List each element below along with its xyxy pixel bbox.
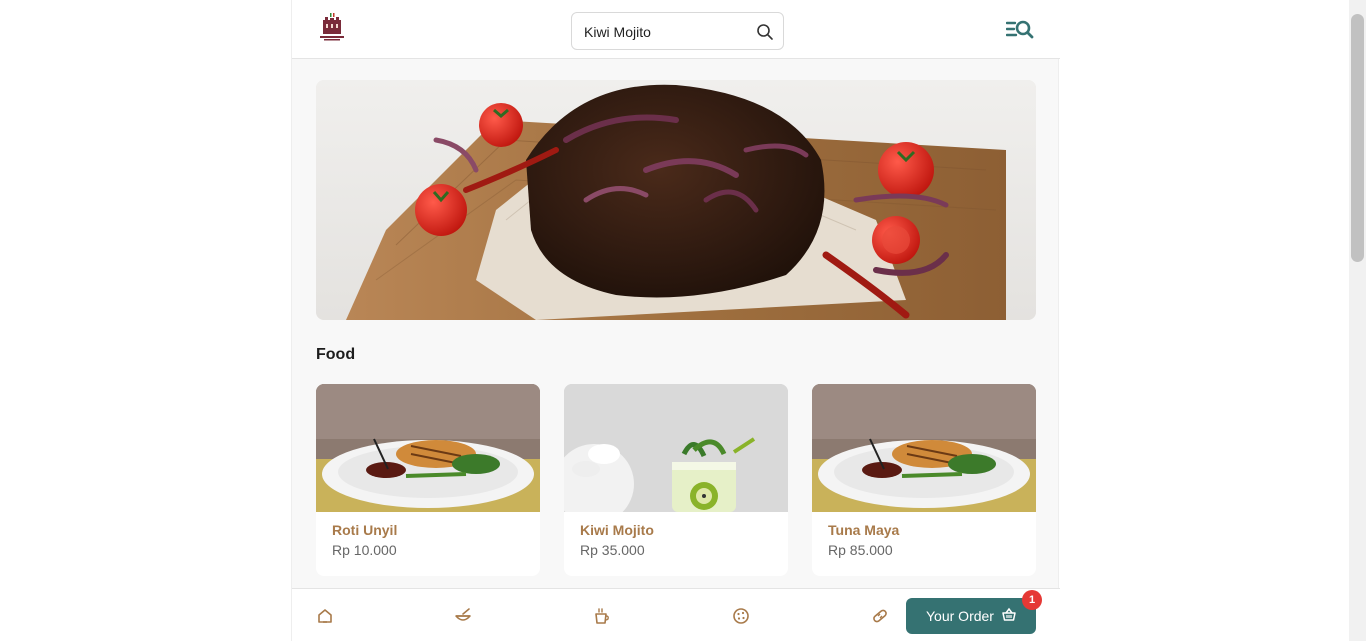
header (292, 0, 1060, 59)
product-image (812, 384, 1036, 512)
food-bowl-icon[interactable] (454, 607, 472, 625)
product-price: Rp 85.000 (828, 542, 893, 558)
scrollbar-thumb[interactable] (1351, 14, 1364, 262)
coffee-cup-icon[interactable] (593, 607, 611, 625)
search-input[interactable] (584, 21, 744, 43)
search-icon[interactable] (756, 23, 774, 41)
your-order-label: Your Order (926, 608, 994, 624)
your-order-button[interactable]: Your Order 1 (906, 590, 1042, 634)
search-box (571, 12, 784, 50)
menu-search-icon[interactable] (1005, 19, 1034, 41)
bottom-nav: Your Order 1 (292, 588, 1060, 641)
bread-icon[interactable] (871, 607, 889, 625)
section-title: Food (316, 346, 356, 363)
product-card-kiwi-mojito[interactable]: Kiwi Mojito Rp 35.000 (564, 384, 788, 576)
product-image (316, 384, 540, 512)
product-card-tuna-maya[interactable]: Tuna Maya Rp 85.000 (812, 384, 1036, 576)
order-count-badge: 1 (1022, 590, 1042, 610)
product-price: Rp 10.000 (332, 542, 397, 558)
product-name: Kiwi Mojito (580, 522, 654, 538)
product-name: Roti Unyil (332, 522, 398, 538)
basket-icon (1001, 607, 1017, 623)
app-container: Food Roti Unyil Rp 10.000 (291, 0, 1060, 641)
product-card-roti-unyil[interactable]: Roti Unyil Rp 10.000 (316, 384, 540, 576)
page-scrollbar[interactable] (1349, 0, 1366, 641)
hero-banner[interactable] (316, 80, 1036, 320)
home-icon[interactable] (316, 607, 334, 625)
product-price: Rp 35.000 (580, 542, 645, 558)
product-name: Tuna Maya (828, 522, 900, 538)
product-image (564, 384, 788, 512)
cookie-icon[interactable] (732, 607, 750, 625)
logo[interactable] (316, 12, 348, 42)
